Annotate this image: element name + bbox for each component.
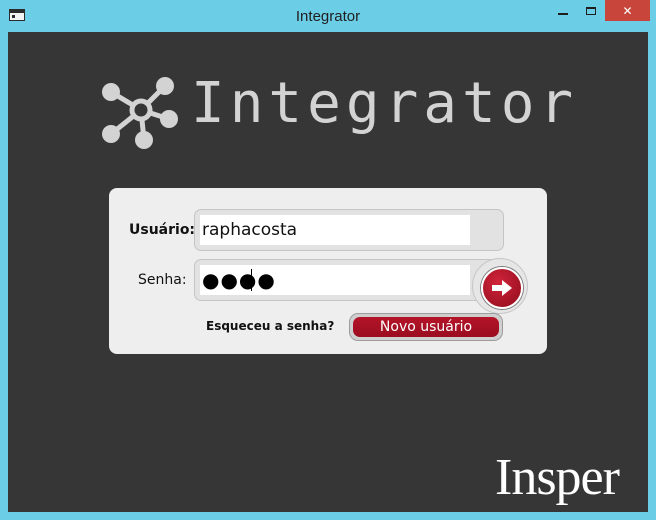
new-user-button[interactable]: Novo usuário [353,317,499,337]
password-field-frame: ●●●● [194,259,504,301]
username-label: Usuário: [129,222,196,238]
close-button[interactable]: ✕ [605,0,650,21]
login-submit-button[interactable] [481,267,523,309]
forgot-password-link[interactable]: Esqueceu a senha? [206,319,334,333]
close-icon: ✕ [622,3,633,18]
insper-logo: Insper [495,449,620,506]
minimize-icon [558,12,568,15]
title-bar[interactable]: Integrator ✕ [0,0,656,32]
username-field[interactable]: raphacosta [200,215,470,245]
login-screen: Integrator Usuário: Senha: raphacosta ●●… [8,32,648,512]
new-user-button-frame: Novo usuário [349,313,503,341]
app-logo-text: Integrator [191,71,579,136]
text-caret [251,269,252,291]
password-mask: ●●●● [202,268,276,292]
minimize-button[interactable] [549,0,577,21]
app-window: Integrator ✕ Integrator Usuário: Senha: … [0,0,656,520]
login-panel: Usuário: Senha: raphacosta ●●●● Esqueceu… [109,188,547,354]
username-field-frame: raphacosta [194,209,504,251]
arrow-right-icon [492,280,512,296]
maximize-button[interactable] [577,0,605,21]
maximize-icon [586,6,596,15]
network-hub-icon [102,77,178,149]
password-label: Senha: [138,272,187,288]
